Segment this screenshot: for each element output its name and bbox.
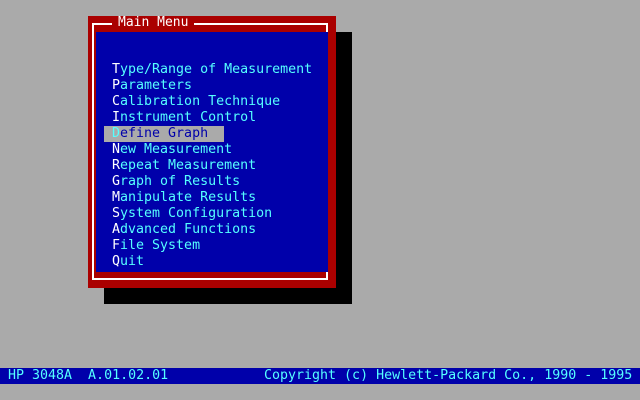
menu-item-label: dvanced Functions — [120, 222, 257, 237]
menu-item-type-range[interactable]: Type/Range of Measurement — [112, 62, 312, 78]
menu-item-label: ile System — [120, 238, 201, 253]
window-title: Main Menu — [112, 16, 195, 30]
hotkey-letter: C — [112, 94, 121, 109]
hotkey-letter: D — [112, 126, 121, 141]
hotkey-letter: M — [112, 190, 121, 205]
menu-item-file-system[interactable]: File System — [112, 238, 224, 254]
menu-item-label: alibration Technique — [120, 94, 281, 109]
hotkey-letter: T — [112, 62, 121, 77]
menu-item-label: ype/Range of Measurement — [120, 62, 313, 77]
menu-item-advanced-functions[interactable]: Advanced Functions — [112, 222, 256, 238]
menu-item-label: arameters — [120, 78, 193, 93]
menu-item-label: epeat Measurement — [120, 158, 257, 173]
menu-item-parameters[interactable]: Parameters — [112, 78, 224, 94]
menu-item-label: raph of Results — [120, 174, 241, 189]
main-menu-body: Type/Range of Measurement Parameters Cal… — [96, 32, 328, 272]
hotkey-letter: R — [112, 158, 121, 173]
menu-item-repeat-measurement[interactable]: Repeat Measurement — [112, 158, 256, 174]
menu-item-system-configuration[interactable]: System Configuration — [112, 206, 272, 222]
hotkey-letter: A — [112, 222, 121, 237]
hotkey-letter: F — [112, 238, 121, 253]
menu-item-graph-of-results[interactable]: Graph of Results — [112, 174, 240, 190]
copyright-notice: Copyright (c) Hewlett-Packard Co., 1990 … — [264, 368, 633, 383]
menu-item-label: nstrument Control — [120, 110, 257, 125]
menu-item-label: ystem Configuration — [120, 206, 273, 221]
hotkey-letter: Q — [112, 254, 121, 269]
menu-item-label: ew Measurement — [120, 142, 233, 157]
hotkey-letter: S — [112, 206, 121, 221]
main-menu-list: Type/Range of Measurement Parameters Cal… — [104, 62, 312, 270]
status-bar: HP 3048A A.01.02.01 Copyright (c) Hewlet… — [0, 368, 640, 384]
menu-item-calibration[interactable]: Calibration Technique — [112, 94, 280, 110]
menu-item-define-graph[interactable]: Define Graph — [104, 126, 224, 142]
menu-item-instrument-control[interactable]: Instrument Control — [112, 110, 256, 126]
menu-item-label: anipulate Results — [120, 190, 257, 205]
menu-item-new-measurement[interactable]: New Measurement — [112, 142, 232, 158]
hotkey-letter: I — [112, 110, 121, 125]
product-version: HP 3048A A.01.02.01 — [8, 368, 169, 383]
menu-item-label: efine Graph — [120, 126, 209, 141]
hotkey-letter: P — [112, 78, 121, 93]
hotkey-letter: G — [112, 174, 121, 189]
hotkey-letter: N — [112, 142, 121, 157]
menu-item-quit[interactable]: Quit — [112, 254, 224, 270]
menu-item-manipulate-results[interactable]: Manipulate Results — [112, 190, 256, 206]
main-menu-window: Type/Range of Measurement Parameters Cal… — [88, 16, 336, 288]
menu-item-label: uit — [120, 254, 145, 269]
